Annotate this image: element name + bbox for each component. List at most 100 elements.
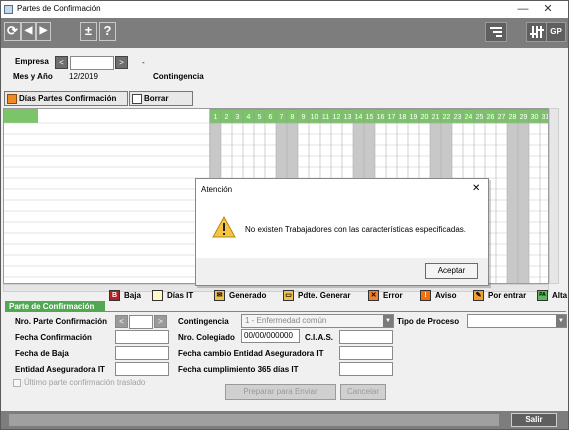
minimize-button[interactable]: —	[514, 2, 532, 17]
tipo-proceso-select[interactable]: ▼	[467, 314, 567, 328]
sliders-icon	[530, 26, 544, 38]
nro-parte-prev-button[interactable]: <	[115, 315, 128, 328]
legend-label: Alta	[552, 290, 568, 300]
cancelar-button[interactable]: Cancelar	[340, 384, 386, 400]
day-header-label: 4	[247, 114, 251, 121]
tipo-proceso-label: Tipo de Proceso	[397, 317, 460, 326]
legend-swatch-icon: ✕	[368, 289, 379, 301]
day-header-label: 11	[322, 114, 329, 121]
day-header-label: 17	[388, 114, 396, 121]
day-column	[507, 123, 518, 283]
legend-label: Días IT	[167, 290, 194, 300]
next-button[interactable]: ▶	[36, 22, 51, 41]
fecha-confirmacion-input[interactable]	[115, 330, 169, 344]
aceptar-button[interactable]: Aceptar	[425, 263, 478, 279]
day-header-label: 9	[302, 114, 306, 121]
preparar-enviar-button[interactable]: Preparar para Enviar	[225, 384, 336, 400]
columns-button[interactable]	[485, 22, 507, 42]
chevron-down-icon: ▼	[556, 315, 566, 327]
day-header-label: 18	[399, 114, 407, 121]
window-title: Partes de Confirmación	[17, 4, 101, 13]
contingencia-select[interactable]: 1 - Enfermedad común ▼	[241, 314, 394, 328]
toolbar: ⟳ ◀ ▶ ± ? GP	[1, 18, 568, 48]
dialog-close-button[interactable]: ✕	[472, 183, 480, 194]
main-window: Partes de Confirmación — ✕ ⟳ ◀ ▶ ± ? GP …	[0, 0, 569, 430]
legend-label: Por entrar	[488, 290, 527, 300]
day-header-label: 2	[225, 114, 229, 121]
legend-item: ✕ Error	[368, 288, 403, 302]
salir-button[interactable]: Salir	[511, 413, 557, 427]
legend-label: Generado	[229, 290, 267, 300]
borrar-label: Borrar	[144, 94, 169, 103]
app-icon	[4, 5, 13, 14]
vertical-scrollbar[interactable]	[549, 108, 559, 284]
gp-button[interactable]: GP	[546, 22, 566, 42]
empresa-input[interactable]	[70, 56, 114, 70]
plus-minus-icon: ±	[84, 23, 93, 38]
refresh-icon: ⟳	[7, 23, 18, 38]
plus-minus-button[interactable]: ±	[80, 22, 97, 41]
arrow-right-icon: ▶	[39, 25, 48, 36]
legend-item: ✎ Por entrar	[473, 288, 526, 302]
legend-item: ! Aviso	[420, 288, 457, 302]
day-header-label: 21	[432, 114, 440, 121]
previous-button[interactable]: ◀	[21, 22, 36, 41]
legend-item: ▭ Pdte. Generar	[283, 288, 350, 302]
help-button[interactable]: ?	[99, 22, 116, 41]
legend-item: PA Alta	[537, 288, 567, 302]
ultimo-parte-checkbox[interactable]: Último parte confirmación traslado	[13, 378, 145, 387]
section-divider	[5, 311, 566, 312]
nro-colegiado-input[interactable]: 00/00/000000	[241, 329, 300, 343]
status-field	[9, 414, 499, 426]
nro-parte-input[interactable]	[129, 315, 153, 329]
empresa-separator: -	[142, 58, 145, 67]
borrar-button[interactable]: Borrar	[129, 91, 193, 106]
fecha-cumplimiento-input[interactable]	[339, 362, 393, 376]
nro-colegiado-label: Nro. Colegiado	[178, 333, 235, 342]
legend-label: Aviso	[435, 290, 457, 300]
columns-icon	[490, 27, 502, 37]
status-bar: Salir	[1, 411, 568, 429]
day-header-label: 12	[333, 114, 341, 121]
empresa-prev-button[interactable]: <	[55, 56, 68, 69]
legend-swatch-icon: ✉	[214, 289, 225, 301]
day-header-label: 16	[377, 114, 385, 121]
cias-input[interactable]	[339, 330, 393, 344]
settings-button[interactable]	[526, 22, 548, 42]
fecha-cumplimiento-label: Fecha cumplimiento 365 días IT	[178, 365, 299, 374]
dialog-title: Atención	[201, 185, 233, 194]
day-header-label: 24	[465, 114, 473, 121]
day-header-label: 8	[291, 114, 295, 121]
day-column	[540, 123, 548, 283]
legend-label: Error	[383, 290, 403, 300]
legend-swatch-icon: B	[109, 289, 120, 301]
legend-item: B Baja	[109, 288, 141, 302]
mes-anio-value: 12/2019	[69, 72, 98, 81]
contingencia-value: 1 - Enfermedad común	[245, 316, 327, 325]
title-bar: Partes de Confirmación — ✕	[1, 1, 568, 18]
checkbox-icon	[13, 378, 21, 387]
refresh-button[interactable]: ⟳	[4, 22, 21, 41]
ultimo-parte-label: Último parte confirmación traslado	[24, 378, 146, 387]
entidad-aseguradora-label: Entidad Aseguradora IT	[15, 365, 105, 374]
day-header-label: 22	[443, 114, 451, 121]
entidad-aseguradora-input[interactable]	[115, 362, 169, 376]
day-header-label: 27	[498, 114, 506, 121]
fecha-baja-input[interactable]	[115, 346, 169, 360]
fecha-cambio-input[interactable]	[339, 346, 393, 360]
dialog-footer: Aceptar	[196, 258, 488, 285]
orange-checkbox-icon	[7, 93, 17, 104]
dialog-message: No existen Trabajadores con las caracter…	[245, 225, 466, 234]
warning-icon	[212, 216, 236, 238]
day-header-label: 3	[236, 114, 240, 121]
close-window-button[interactable]: ✕	[539, 2, 557, 17]
legend-swatch-icon: ✎	[473, 289, 484, 301]
nro-parte-next-button[interactable]: >	[154, 315, 167, 328]
fecha-cambio-label: Fecha cambio Entidad Aseguradora IT	[178, 349, 324, 358]
empresa-next-button[interactable]: >	[115, 56, 128, 69]
day-header-label: 13	[344, 114, 352, 121]
legend-item: ✉ Generado	[214, 288, 266, 302]
grid-header-name-cell	[4, 109, 38, 123]
day-header-label: 26	[487, 114, 495, 121]
dias-partes-button[interactable]: Días Partes Confirmación	[4, 91, 128, 106]
